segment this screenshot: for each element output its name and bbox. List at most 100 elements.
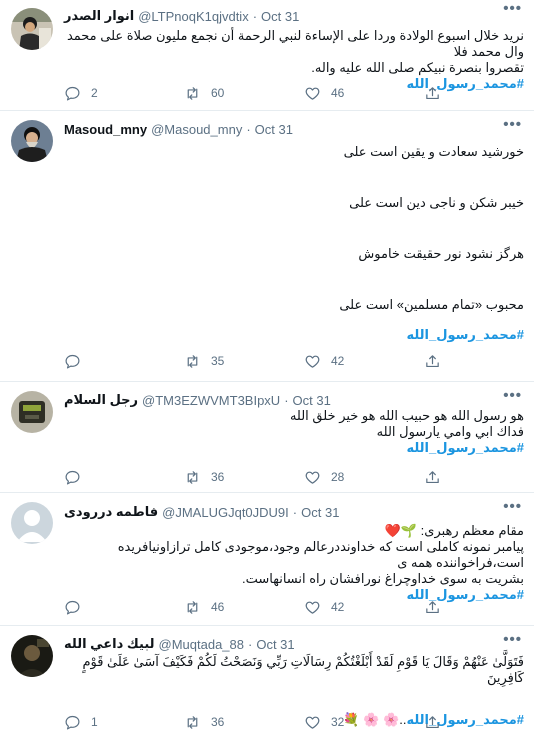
separator-dot: · <box>292 504 298 520</box>
retweet-button[interactable]: 36 <box>184 469 304 486</box>
tweet-header: انوار الصدر @LTPnoqK1qjvdtix · Oct 31 <box>64 8 299 24</box>
heart-icon <box>305 87 320 100</box>
user-handle[interactable]: @Masoud_mny <box>151 122 242 137</box>
reply-icon <box>65 354 80 368</box>
like-button[interactable]: 32 <box>304 714 424 731</box>
reply-button[interactable] <box>64 599 184 616</box>
reply-button[interactable]: 2 <box>64 85 184 102</box>
hashtag-link[interactable]: #محمد_رسول_الله <box>406 327 524 342</box>
like-button[interactable]: 42 <box>304 353 424 370</box>
action-bar: 46 42 <box>64 598 454 616</box>
separator-dot: · <box>252 8 258 24</box>
user-handle[interactable]: @JMALUGJqt0JDU9I <box>162 505 289 520</box>
tweet[interactable]: انوار الصدر @LTPnoqK1qjvdtix · Oct 31 ••… <box>0 0 534 111</box>
retweet-count: 35 <box>211 354 225 368</box>
tweet[interactable]: فاطمه دررودی @JMALUGJqt0JDU9I · Oct 31 •… <box>0 493 534 626</box>
retweet-icon <box>187 715 198 729</box>
tweet[interactable]: لبیك داعي الله @Muqtada_88 · Oct 31 ••• … <box>0 626 534 732</box>
reply-icon <box>65 715 80 729</box>
more-options-icon[interactable]: ••• <box>503 1 522 16</box>
tweet-header: لبیك داعي الله @Muqtada_88 · Oct 31 <box>64 636 295 652</box>
more-options-icon[interactable]: ••• <box>503 117 522 132</box>
avatar[interactable] <box>11 635 53 677</box>
retweet-button[interactable]: 46 <box>184 599 304 616</box>
tweet-header: فاطمه دررودی @JMALUGJqt0JDU9I · Oct 31 <box>64 504 339 520</box>
share-button[interactable] <box>424 85 454 102</box>
like-button[interactable]: 46 <box>304 85 424 102</box>
timestamp[interactable]: Oct 31 <box>301 505 339 520</box>
reply-button[interactable] <box>64 469 184 486</box>
action-bar: 35 42 <box>64 352 454 370</box>
retweet-count: 46 <box>211 600 225 614</box>
tweet[interactable]: Masoud_mny @Masoud_mny · Oct 31 ••• خورش… <box>0 111 534 382</box>
display-name[interactable]: انوار الصدر <box>64 8 134 24</box>
retweet-icon <box>187 600 198 614</box>
timestamp[interactable]: Oct 31 <box>256 637 294 652</box>
avatar[interactable] <box>11 8 53 50</box>
timestamp[interactable]: Oct 31 <box>293 393 331 408</box>
retweet-count: 36 <box>211 715 225 729</box>
tweet-line: فداك ابي وامي يارسول الله <box>376 424 524 439</box>
share-button[interactable] <box>424 353 454 370</box>
retweet-count: 60 <box>211 86 225 100</box>
tweet-text: هو رسول الله هو حبيب الله هو خير خلق الل… <box>64 408 524 456</box>
heart-icon <box>305 716 320 729</box>
user-handle[interactable]: @LTPnoqK1qjvdtix <box>138 9 249 24</box>
tweet-line: مقام معظم رهبری: 🌱❤️ <box>384 523 524 538</box>
reply-button[interactable] <box>64 353 184 370</box>
tweet-line: هو رسول الله هو حبيب الله هو خير خلق الل… <box>289 408 524 423</box>
retweet-button[interactable]: 35 <box>184 353 304 370</box>
action-bar: 36 28 <box>64 468 454 486</box>
like-button[interactable]: 28 <box>304 469 424 486</box>
share-button[interactable] <box>424 714 454 731</box>
retweet-icon <box>187 354 198 368</box>
tweet-line: تقصروا بنصرة نبيكم صلى الله عليه واله. <box>311 60 524 75</box>
like-count: 42 <box>331 600 345 614</box>
tweet-line: هرگز نشود نور حقیقت خاموش <box>358 246 524 261</box>
timestamp[interactable]: Oct 31 <box>261 9 299 24</box>
separator-dot: · <box>284 392 289 408</box>
avatar[interactable] <box>11 502 53 544</box>
timestamp[interactable]: Oct 31 <box>255 122 293 137</box>
reply-button[interactable]: 1 <box>64 714 184 731</box>
retweet-icon <box>187 470 198 484</box>
avatar[interactable] <box>11 391 53 433</box>
user-handle[interactable]: @Muqtada_88 <box>159 637 244 652</box>
share-icon <box>426 354 439 367</box>
display-name[interactable]: رجل السلام <box>64 392 138 408</box>
tweet-text: خورشید سعادت و یقین است علی خیبر شکن و ن… <box>64 143 524 343</box>
tweet[interactable]: رجل السلام @TM3EZWVMT3BIpxU · Oct 31 •••… <box>0 382 534 493</box>
like-button[interactable]: 42 <box>304 599 424 616</box>
tweet-line: نريد خلال اسبوع الولادة وردا على الإساءة… <box>66 28 524 59</box>
tweet-text: نريد خلال اسبوع الولادة وردا على الإساءة… <box>64 28 524 92</box>
share-button[interactable] <box>424 599 454 616</box>
share-icon <box>426 715 439 728</box>
avatar[interactable] <box>11 120 53 162</box>
retweet-button[interactable]: 60 <box>184 85 304 102</box>
separator-dot: · <box>248 636 253 652</box>
tweet-line: خیبر شکن و ناجی دین است علی <box>349 195 524 210</box>
share-button[interactable] <box>424 469 454 486</box>
tweet-line: پیامبر نمونه کاملی است که خداونددرعالم و… <box>117 539 524 570</box>
retweet-icon <box>187 86 198 100</box>
like-count: 28 <box>331 470 345 484</box>
like-count: 42 <box>331 354 345 368</box>
retweet-button[interactable]: 36 <box>184 714 304 731</box>
user-handle[interactable]: @TM3EZWVMT3BIpxU <box>142 393 280 408</box>
reply-count: 1 <box>91 715 98 729</box>
display-name[interactable]: Masoud_mny <box>64 122 147 137</box>
tweet-line: بشریت به سوی خداوچراغ نورافشان راه انسان… <box>241 571 524 586</box>
more-options-icon[interactable]: ••• <box>503 632 522 647</box>
more-options-icon[interactable]: ••• <box>503 388 522 403</box>
reply-count: 2 <box>91 86 98 100</box>
action-bar: 2 60 46 <box>64 84 454 102</box>
hashtag-link[interactable]: #محمد_رسول_الله <box>406 440 524 455</box>
heart-icon <box>305 601 320 614</box>
share-icon <box>426 600 439 613</box>
action-bar: 1 36 32 <box>64 713 454 731</box>
display-name[interactable]: فاطمه دررودی <box>64 504 158 520</box>
tweet-header: رجل السلام @TM3EZWVMT3BIpxU · Oct 31 <box>64 392 331 408</box>
like-count: 32 <box>331 715 345 729</box>
display-name[interactable]: لبیك داعي الله <box>64 636 155 652</box>
more-options-icon[interactable]: ••• <box>503 499 522 514</box>
